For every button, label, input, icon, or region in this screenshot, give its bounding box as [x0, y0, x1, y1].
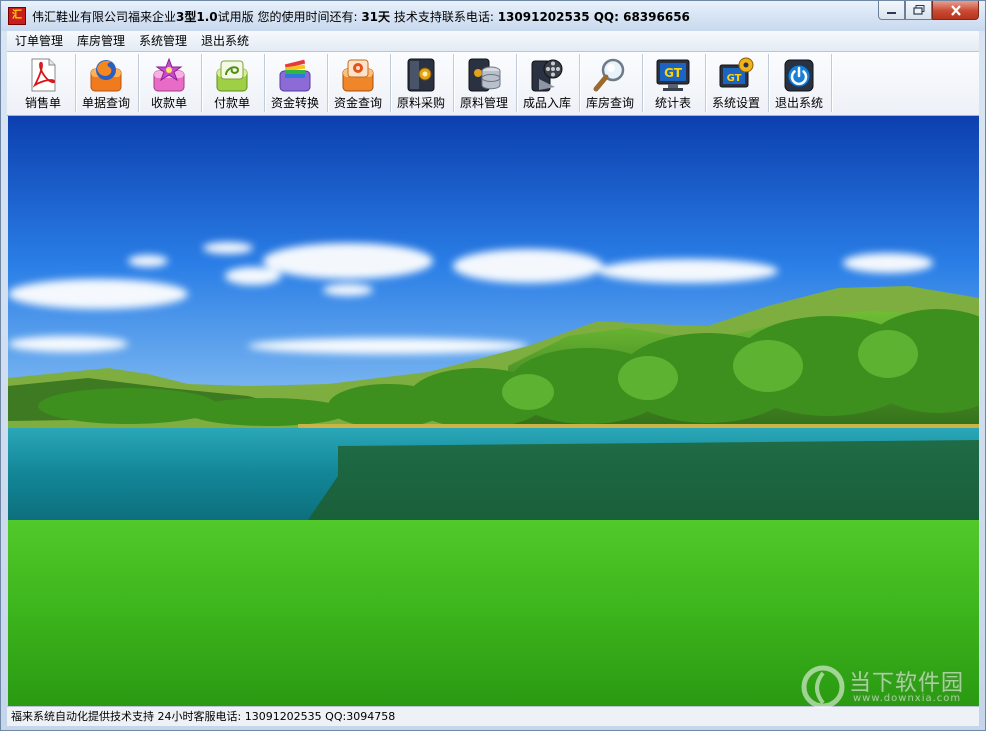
- document-query-label: 单据查询: [81, 96, 130, 110]
- pdf-document-icon: [31, 58, 56, 92]
- window-controls: [878, 1, 979, 20]
- orange-box-icon: [342, 59, 374, 92]
- toolbar: 销售单 单据查询 收款单 付款单 资金转换 资金查询 原料采购 原料管理 成品入…: [7, 52, 979, 116]
- firefox-box-icon: [90, 60, 122, 92]
- menu-exit-system[interactable]: 退出系统: [194, 31, 256, 51]
- close-icon: [950, 4, 961, 16]
- fund-transfer-label: 资金转换: [270, 96, 319, 110]
- main-window: 汇 伟汇鞋业有限公司福来企业3型1.0试用版 您的使用时间还有: 31天 技术支…: [0, 0, 986, 731]
- title-days-left: 31天: [361, 10, 391, 24]
- payment-button[interactable]: 付款单: [201, 54, 263, 112]
- menu-system-management[interactable]: 系统管理: [132, 31, 194, 51]
- product-storage-label: 成品入库: [522, 96, 571, 110]
- film-reel-box-icon: [531, 59, 563, 92]
- system-settings-label: 系统设置: [711, 96, 760, 110]
- restore-icon: [912, 5, 924, 15]
- minimize-button[interactable]: [878, 1, 905, 20]
- color-stack-box-icon: [279, 59, 311, 92]
- title-edition: 3型1.0: [176, 10, 218, 24]
- app-logo-icon: 汇: [8, 7, 26, 25]
- title-trial-text: 试用版 您的使用时间还有:: [217, 10, 358, 24]
- material-purchase-button[interactable]: 原料采购: [390, 54, 452, 112]
- database-box-icon: [468, 58, 501, 92]
- magnifier-icon: [593, 58, 625, 92]
- receipt-button[interactable]: 收款单: [138, 54, 200, 112]
- title-support-text: 技术支持联系电话:: [390, 10, 494, 24]
- dark-box-icon: [407, 58, 435, 92]
- statistics-label: 统计表: [654, 96, 691, 110]
- receipt-label: 收款单: [150, 96, 187, 110]
- maximize-button[interactable]: [905, 1, 932, 20]
- material-management-button[interactable]: 原料管理: [453, 54, 515, 112]
- title-app-name: 伟汇鞋业有限公司福来企业: [32, 10, 177, 24]
- watermark-url: www.downxia.com: [853, 693, 962, 704]
- svg-text:GT: GT: [664, 66, 683, 80]
- exit-system-button[interactable]: 退出系统: [768, 54, 830, 112]
- landscape-wallpaper: [8, 116, 979, 706]
- menu-bar: 订单管理 库房管理 系统管理 退出系统: [7, 31, 979, 52]
- warehouse-query-button[interactable]: 库房查询: [579, 54, 641, 112]
- flower-box-icon: [153, 57, 185, 92]
- statistics-button[interactable]: GT 统计表: [642, 54, 704, 112]
- power-icon: [784, 59, 814, 92]
- system-settings-button[interactable]: GT 系统设置: [705, 54, 767, 112]
- menu-warehouse-management[interactable]: 库房管理: [70, 31, 132, 51]
- sales-order-label: 销售单: [24, 96, 61, 110]
- svg-text:GT: GT: [727, 73, 742, 84]
- warehouse-query-label: 库房查询: [585, 96, 634, 110]
- gt-settings-icon: GT: [719, 57, 754, 88]
- payment-label: 付款单: [213, 96, 250, 110]
- window-title: 伟汇鞋业有限公司福来企业3型1.0试用版 您的使用时间还有: 31天 技术支持联…: [32, 8, 690, 25]
- minimize-icon: [887, 11, 896, 14]
- title-bar[interactable]: 汇 伟汇鞋业有限公司福来企业3型1.0试用版 您的使用时间还有: 31天 技术支…: [1, 1, 985, 31]
- fund-query-button[interactable]: 资金查询: [327, 54, 389, 112]
- exit-system-label: 退出系统: [774, 96, 823, 110]
- material-management-label: 原料管理: [459, 96, 508, 110]
- green-swirl-box-icon: [216, 60, 248, 92]
- monitor-gt-icon: GT: [656, 59, 690, 91]
- document-query-button[interactable]: 单据查询: [75, 54, 137, 112]
- watermark: 当下软件园 www.downxia.com: [801, 663, 971, 713]
- toolbar-separator: [831, 54, 833, 112]
- watermark-logo-icon: [801, 665, 845, 709]
- fund-transfer-button[interactable]: 资金转换: [264, 54, 326, 112]
- menu-order-management[interactable]: 订单管理: [7, 31, 70, 51]
- material-purchase-label: 原料采购: [396, 96, 445, 110]
- close-button[interactable]: [932, 1, 979, 20]
- title-support-phone: 13091202535 QQ: 68396656: [497, 10, 690, 24]
- fund-query-label: 资金查询: [333, 96, 382, 110]
- sales-order-button[interactable]: 销售单: [12, 54, 74, 112]
- product-storage-button[interactable]: 成品入库: [516, 54, 578, 112]
